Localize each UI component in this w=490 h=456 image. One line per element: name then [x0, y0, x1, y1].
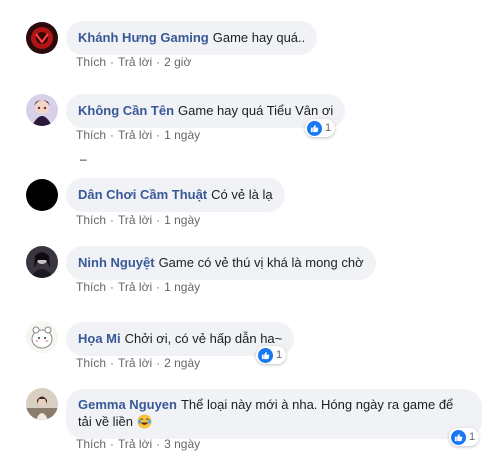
- comment-author[interactable]: Dân Chơi Cầm Thuật: [78, 187, 207, 202]
- comment-bubble: Dân Chơi Cầm Thuật Có vẻ là lạ: [66, 178, 285, 212]
- avatar-gemma-nguyen-icon: [26, 388, 58, 420]
- separator-dot: ·: [110, 213, 115, 227]
- avatar[interactable]: [26, 94, 58, 126]
- timestamp[interactable]: 2 ngày: [164, 356, 200, 370]
- separator-dot: ·: [156, 437, 161, 451]
- comment-actions: Thích · Trả lời · 2 ngày: [76, 356, 200, 370]
- comment-bubble: Khánh Hưng Gaming Game hay quá..: [66, 21, 318, 55]
- separator-dot: ·: [110, 356, 115, 370]
- avatar-ninh-nguyet-icon: [26, 246, 58, 278]
- comment-text: Game có vẻ thú vị khá là mong chờ: [158, 255, 364, 270]
- comment-actions: Thích · Trả lời · 2 giờ: [76, 55, 191, 69]
- separator-dot: ·: [110, 280, 115, 294]
- reply-link[interactable]: Trả lời: [118, 437, 152, 451]
- comment-author[interactable]: Khánh Hưng Gaming: [78, 30, 209, 45]
- separator-dot: ·: [156, 128, 161, 142]
- laughing-emoji-icon: [137, 414, 152, 429]
- timestamp[interactable]: 1 ngày: [164, 213, 200, 227]
- avatar[interactable]: [26, 246, 58, 278]
- reaction-number: 1: [325, 122, 332, 134]
- comment-bubble: Gemma Nguyen Thể loại này mới à nha. Hóng…: [66, 389, 482, 439]
- comment-text: Chởi ơi, có vẻ hấp dẫn ha~: [124, 331, 283, 346]
- separator-dot: ·: [110, 437, 115, 451]
- avatar[interactable]: [26, 179, 58, 211]
- reaction-count[interactable]: 1: [256, 346, 287, 364]
- reply-link[interactable]: Trả lời: [118, 213, 152, 227]
- thread-separator: –: [80, 152, 87, 166]
- timestamp[interactable]: 3 ngày: [164, 437, 200, 451]
- avatar[interactable]: [26, 388, 58, 420]
- timestamp[interactable]: 1 ngày: [164, 128, 200, 142]
- reply-link[interactable]: Trả lời: [118, 128, 152, 142]
- avatar-black-icon: [26, 179, 58, 211]
- like-link[interactable]: Thích: [76, 437, 106, 451]
- timestamp[interactable]: 2 giờ: [164, 55, 191, 69]
- separator-dot: ·: [156, 213, 161, 227]
- like-reaction-icon: [451, 429, 466, 445]
- like-link[interactable]: Thích: [76, 128, 106, 142]
- comment-actions: Thích · Trả lời · 3 ngày: [76, 437, 200, 451]
- comment-author[interactable]: Không Cần Tên: [78, 103, 174, 118]
- comment-author[interactable]: Gemma Nguyen: [78, 397, 177, 412]
- comment-actions: Thích · Trả lời · 1 ngày: [76, 280, 200, 294]
- comment-text: Game hay quá Tiểu Vân ơi: [178, 103, 334, 118]
- separator-dot: ·: [156, 280, 161, 294]
- reply-link[interactable]: Trả lời: [118, 356, 152, 370]
- comment-text: Có vẻ là lạ: [211, 187, 273, 202]
- reaction-count[interactable]: 1: [449, 428, 480, 446]
- separator-dot: ·: [110, 55, 115, 69]
- like-reaction-icon: [307, 120, 322, 136]
- like-link[interactable]: Thích: [76, 356, 106, 370]
- avatar[interactable]: [26, 321, 58, 353]
- comment-bubble: Không Cần Tên Game hay quá Tiểu Vân ơi: [66, 94, 346, 128]
- avatar[interactable]: [26, 22, 58, 54]
- separator-dot: ·: [156, 356, 161, 370]
- timestamp[interactable]: 1 ngày: [164, 280, 200, 294]
- reaction-count[interactable]: 1: [305, 119, 336, 137]
- avatar-khong-can-ten-icon: [26, 94, 58, 126]
- separator-dot: ·: [156, 55, 161, 69]
- like-link[interactable]: Thích: [76, 280, 106, 294]
- reaction-number: 1: [469, 431, 476, 443]
- comment-author[interactable]: Ninh Nguyệt: [78, 255, 155, 270]
- avatar-hoa-mi-icon: [26, 321, 58, 353]
- avatar-khanh-hung-icon: [26, 22, 58, 54]
- comment-actions: Thích · Trả lời · 1 ngày: [76, 213, 200, 227]
- comment-author[interactable]: Họa Mi: [78, 331, 121, 346]
- reply-link[interactable]: Trả lời: [118, 55, 152, 69]
- like-link[interactable]: Thích: [76, 213, 106, 227]
- like-reaction-icon: [258, 347, 273, 363]
- like-link[interactable]: Thích: [76, 55, 106, 69]
- reaction-number: 1: [276, 349, 283, 361]
- comment-actions: Thích · Trả lời · 1 ngày: [76, 128, 200, 142]
- separator-dot: ·: [110, 128, 115, 142]
- comment-text: Game hay quá..: [212, 30, 306, 45]
- reply-link[interactable]: Trả lời: [118, 280, 152, 294]
- comment-bubble: Ninh Nguyệt Game có vẻ thú vị khá là mong…: [66, 246, 376, 280]
